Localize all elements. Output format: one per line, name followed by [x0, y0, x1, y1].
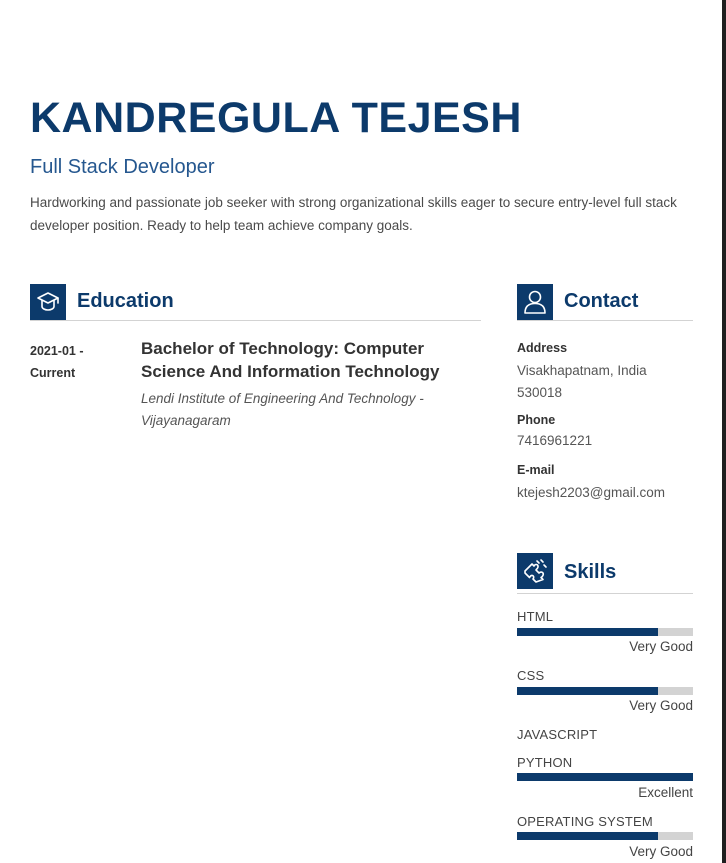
skill-bar-fill	[517, 832, 658, 840]
job-title: Full Stack Developer	[30, 156, 215, 178]
email-label: E-mail	[517, 463, 555, 477]
skill-bar	[517, 687, 693, 695]
skill-bar-fill	[517, 687, 658, 695]
skill-name: JAVASCRIPT	[517, 727, 598, 742]
skill-name: HTML	[517, 609, 554, 624]
skill-name: PYTHON	[517, 755, 573, 770]
person-icon	[517, 284, 553, 320]
skill-bar	[517, 832, 693, 840]
education-degree: Bachelor of Technology: Computer Science…	[141, 339, 440, 381]
skill-level: Very Good	[629, 698, 693, 713]
skill-bar	[517, 773, 693, 781]
skill-name: CSS	[517, 668, 545, 683]
education-date: 2021-01 - Current	[30, 344, 84, 380]
skill-level: Very Good	[629, 844, 693, 859]
skill-name: OPERATING SYSTEM	[517, 814, 653, 829]
phone-label: Phone	[517, 413, 556, 427]
graduation-cap-icon	[30, 284, 66, 320]
skill-bar-fill	[517, 628, 658, 636]
puzzle-piece-icon	[517, 553, 553, 589]
contact-section-header: Contact	[517, 284, 693, 321]
email-value: ktejesh2203@gmail.com	[517, 485, 666, 500]
summary-paragraph: Hardworking and passionate job seeker wi…	[30, 195, 677, 233]
skill-bar	[517, 628, 693, 636]
phone-value: 7416961221	[517, 433, 593, 448]
education-school: Lendi Institute of Engineering And Techn…	[141, 391, 424, 428]
skill-bar-fill	[517, 773, 693, 781]
candidate-name: KANDREGULA TEJESH	[30, 94, 522, 142]
skill-level: Excellent	[638, 785, 693, 800]
skills-title: Skills	[564, 561, 617, 583]
education-title: Education	[77, 290, 174, 312]
contact-title: Contact	[564, 290, 639, 312]
address-label: Address	[517, 341, 568, 355]
skill-level: Very Good	[629, 639, 693, 654]
skills-section-header: Skills	[517, 553, 693, 594]
page-edge	[722, 0, 726, 863]
education-section-header: Education	[30, 284, 481, 321]
address-value: Visakhapatnam, India 530018	[517, 363, 647, 400]
